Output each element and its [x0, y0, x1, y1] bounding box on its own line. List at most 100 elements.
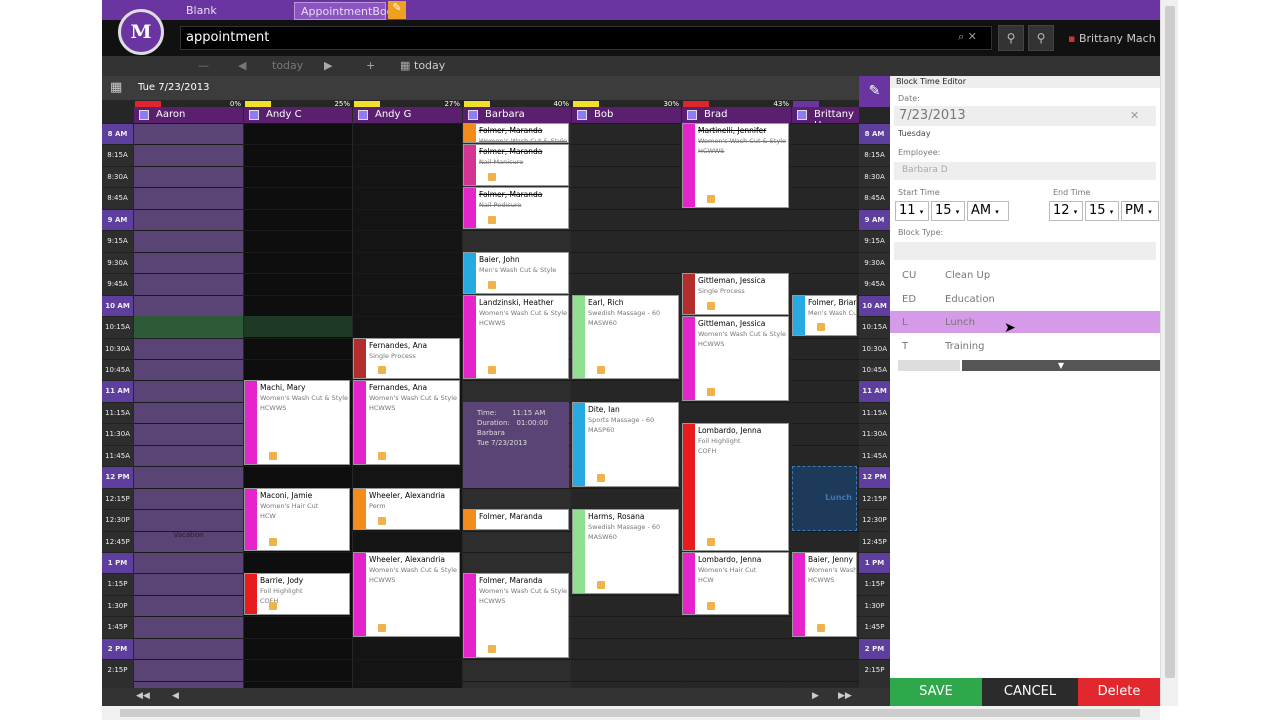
staff-column-header[interactable]: Bob [572, 107, 681, 123]
staff-column-header[interactable]: Barbara [463, 107, 571, 123]
staff-column[interactable]: Folmer, Brian Men's Wash Cut Baier, Jenny W… [792, 123, 859, 688]
note-icon[interactable] [817, 323, 825, 332]
next-day-button[interactable]: ▶ [324, 59, 332, 72]
appointment-card[interactable]: Folmer, Maranda Nail Pedicure [463, 187, 569, 230]
scroll-last-icon[interactable]: ▶▶ [838, 691, 852, 701]
edit-tab-icon[interactable]: ✎ [388, 1, 406, 19]
staff-select-checkbox[interactable] [468, 110, 478, 120]
appointment-card[interactable]: Machi, Mary Women's Wash Cut & Style HCWWS [244, 380, 350, 466]
cancel-button[interactable]: CANCEL [982, 678, 1078, 706]
lunch-block[interactable]: Lunch [792, 466, 857, 531]
note-icon[interactable] [707, 194, 715, 203]
staff-select-checkbox[interactable] [687, 110, 697, 120]
appointment-card[interactable]: Maconi, Jamie Women's Hair Cut HCW [244, 487, 350, 551]
appointment-card[interactable]: Harms, Rosana Swedish Massage - 60 MASW60 [572, 509, 679, 594]
block-type-field[interactable] [894, 242, 1156, 260]
staff-column[interactable]: Earl, Rich Swedish Massage - 60 MASW60 Dite… [572, 123, 681, 688]
block-type-option[interactable]: CU Clean Up [890, 264, 1160, 286]
search-clear-icon[interactable]: ⌕ ✕ [958, 30, 977, 44]
zoom-out-button[interactable]: — [198, 59, 209, 72]
staff-column[interactable]: Folmer, MarandaWomen's Wash Cut & StyleH… [463, 123, 571, 688]
date-field[interactable]: 7/23/2013 ✕ [894, 106, 1156, 126]
note-icon[interactable] [378, 516, 386, 525]
note-icon[interactable] [707, 537, 715, 546]
note-icon[interactable] [817, 623, 825, 632]
scroll-next-icon[interactable]: ▶ [812, 691, 819, 701]
staff-select-checkbox[interactable] [797, 110, 807, 120]
search-input[interactable]: appointment [180, 26, 992, 50]
appointment-card[interactable]: Dite, Ian Sports Massage - 60 MASP60 [572, 401, 679, 487]
page-vertical-scrollbar[interactable] [1160, 0, 1178, 706]
calendar-icon[interactable]: ▦ [400, 59, 410, 72]
note-icon[interactable] [488, 280, 496, 289]
end-ampm-select[interactable]: PM ▾ [1121, 201, 1159, 221]
appointment-card[interactable]: Earl, Rich Swedish Massage - 60 MASW60 [572, 294, 679, 380]
staff-column-header[interactable]: Brad [682, 107, 791, 123]
block-type-option[interactable]: T Training [890, 335, 1160, 357]
staff-column-header[interactable]: Brittany H [792, 107, 859, 131]
appointment-card[interactable]: Folmer, MarandaWomen's Wash Cut & StyleH… [463, 573, 569, 659]
appointment-card[interactable]: Martinelli, Jennifer Women's Wash Cut & S… [682, 123, 789, 208]
staff-select-checkbox[interactable] [249, 110, 259, 120]
appointment-card[interactable]: Folmer, Brian Men's Wash Cut [792, 294, 857, 337]
note-icon[interactable] [378, 366, 386, 375]
list-expand-icon[interactable]: ▼ [962, 360, 1160, 371]
end-hour-select[interactable]: 12 ▾ [1049, 201, 1083, 221]
tab-blank[interactable]: Blank [180, 2, 223, 20]
staff-column[interactable]: Vacation [134, 123, 243, 688]
selected-slot[interactable] [244, 316, 352, 338]
staff-select-checkbox[interactable] [139, 110, 149, 120]
appointment-card[interactable]: Baier, Jenny Women's Wash HCWWS [792, 552, 857, 637]
note-icon[interactable] [269, 537, 277, 546]
edit-icon[interactable]: ✎ [859, 76, 890, 107]
appointment-card[interactable]: Baier, John Men's Wash Cut & Style [463, 251, 569, 294]
today-button[interactable]: today [272, 59, 303, 72]
appointment-card[interactable]: Folmer, Maranda [463, 509, 569, 530]
note-icon[interactable] [707, 602, 715, 611]
grid-scroll-bar[interactable]: ◀◀ ◀ ▶ ▶▶ [102, 688, 890, 706]
appointment-card[interactable]: Folmer, MarandaWomen's Wash Cut & StyleH… [463, 123, 569, 144]
appointment-card[interactable]: Wheeler, Alexandria Women's Wash Cut & St… [353, 552, 460, 637]
today-date-link[interactable]: today [414, 59, 445, 72]
note-icon[interactable] [707, 387, 715, 396]
start-minute-select[interactable]: 15 ▾ [931, 201, 965, 221]
tab-appointmentbook[interactable]: AppointmentBook [294, 2, 400, 20]
appointment-card[interactable]: Fernandes, Ana Women's Wash Cut & Style HC… [353, 380, 460, 466]
staff-column[interactable]: Fernandes, Ana Single Process Fernandes, A… [353, 123, 462, 688]
note-icon[interactable] [269, 452, 277, 461]
advanced-search-icon[interactable]: ⚲ [1028, 25, 1054, 51]
appointment-card[interactable]: Fernandes, Ana Single Process [353, 337, 460, 380]
note-icon[interactable] [707, 302, 715, 311]
scroll-prev-icon[interactable]: ◀ [172, 691, 179, 701]
appointment-card[interactable]: Wheeler, Alexandria Perm [353, 487, 460, 530]
delete-button[interactable]: Delete [1078, 678, 1160, 706]
user-name[interactable]: ▪ Brittany Mach [1068, 32, 1156, 45]
appointment-card[interactable]: Lombardo, Jenna Women's Hair Cut HCW [682, 552, 789, 616]
appointment-card[interactable]: Lombardo, Jenna Foil Highlight COFH [682, 423, 789, 551]
add-button[interactable]: + [366, 59, 375, 72]
note-icon[interactable] [378, 623, 386, 632]
appointment-card[interactable]: Gittleman, Jessica Single Process [682, 273, 789, 316]
prev-day-button[interactable]: ◀ [238, 59, 246, 72]
search-icon[interactable]: ⚲ [998, 25, 1024, 51]
block-type-option[interactable]: ED Education [890, 288, 1160, 310]
calendar-grid-icon[interactable]: ▦ [110, 81, 124, 96]
appointment-card[interactable]: Gittleman, Jessica Women's Wash Cut & Sty… [682, 316, 789, 401]
note-icon[interactable] [269, 602, 277, 611]
note-icon[interactable] [488, 645, 496, 654]
staff-select-checkbox[interactable] [358, 110, 368, 120]
list-add-button[interactable] [898, 360, 960, 371]
staff-column-header[interactable]: Andy G [353, 107, 462, 123]
note-icon[interactable] [597, 580, 605, 589]
clear-date-icon[interactable]: ✕ [1130, 109, 1139, 122]
note-icon[interactable] [488, 366, 496, 375]
note-icon[interactable] [378, 452, 386, 461]
block-type-option[interactable]: L Lunch [890, 311, 1160, 333]
appointment-card[interactable]: Barrie, JodyFoil HighlightCOFH [244, 573, 350, 616]
start-ampm-select[interactable]: AM ▾ [967, 201, 1009, 221]
staff-column[interactable]: Machi, Mary Women's Wash Cut & Style HCWWS… [244, 123, 352, 688]
staff-column-header[interactable]: Aaron [134, 107, 243, 123]
employee-field[interactable]: Barbara D [894, 162, 1156, 180]
note-icon[interactable] [597, 473, 605, 482]
scroll-first-icon[interactable]: ◀◀ [136, 691, 150, 701]
